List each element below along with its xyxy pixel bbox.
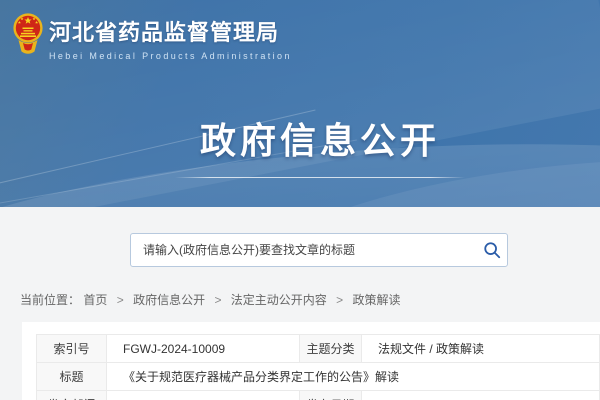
topic-category-label: 主题分类 [300, 335, 362, 363]
table-row: 发文部门 发布日期 2024-05-13 [37, 391, 600, 400]
breadcrumb-item-info-disclosure[interactable]: 政府信息公开 [133, 293, 205, 307]
breadcrumb-separator: > [336, 293, 343, 307]
site-name: 河北省药品监督管理局 [49, 15, 292, 47]
page-title: 政府信息公开 [0, 112, 600, 164]
breadcrumb-separator: > [117, 293, 124, 307]
breadcrumb-item-statutory-content[interactable]: 法定主动公开内容 [231, 293, 327, 307]
breadcrumb-prefix: 当前位置： [20, 293, 80, 307]
issuing-department-label: 发文部门 [37, 391, 107, 400]
search-icon [483, 241, 501, 259]
publish-date-label: 发布日期 [300, 391, 362, 400]
site-name-english: Hebei Medical Products Administration [49, 51, 292, 61]
breadcrumb: 当前位置： 首页 > 政府信息公开 > 法定主动公开内容 > 政策解读 [20, 291, 600, 308]
title-value: 《关于规范医疗器械产品分类界定工作的公告》解读 [107, 363, 600, 391]
document-card: 索引号 FGWJ-2024-10009 主题分类 法规文件 / 政策解读 标题 … [22, 322, 600, 400]
index-number-label: 索引号 [37, 335, 107, 363]
main-content: 当前位置： 首页 > 政府信息公开 > 法定主动公开内容 > 政策解读 索引号 … [0, 207, 600, 400]
breadcrumb-item-policy-interpretation[interactable]: 政策解读 [353, 293, 401, 307]
site-header[interactable]: 河北省药品监督管理局 Hebei Medical Products Admini… [13, 12, 292, 61]
national-emblem-icon [13, 12, 43, 58]
search-box [130, 233, 508, 267]
table-row: 索引号 FGWJ-2024-10009 主题分类 法规文件 / 政策解读 [37, 335, 600, 363]
issuing-department-value [107, 391, 300, 400]
breadcrumb-separator: > [214, 293, 221, 307]
search-input[interactable] [131, 234, 477, 266]
publish-date-value: 2024-05-13 [362, 391, 600, 400]
document-meta-table: 索引号 FGWJ-2024-10009 主题分类 法规文件 / 政策解读 标题 … [36, 334, 600, 400]
breadcrumb-item-home[interactable]: 首页 [83, 293, 107, 307]
topic-category-value: 法规文件 / 政策解读 [362, 335, 600, 363]
title-label: 标题 [37, 363, 107, 391]
title-underline [175, 177, 465, 178]
search-button[interactable] [477, 234, 507, 266]
top-banner: 河北省药品监督管理局 Hebei Medical Products Admini… [0, 0, 600, 207]
table-row: 标题 《关于规范医疗器械产品分类界定工作的公告》解读 [37, 363, 600, 391]
index-number-value: FGWJ-2024-10009 [107, 335, 300, 363]
